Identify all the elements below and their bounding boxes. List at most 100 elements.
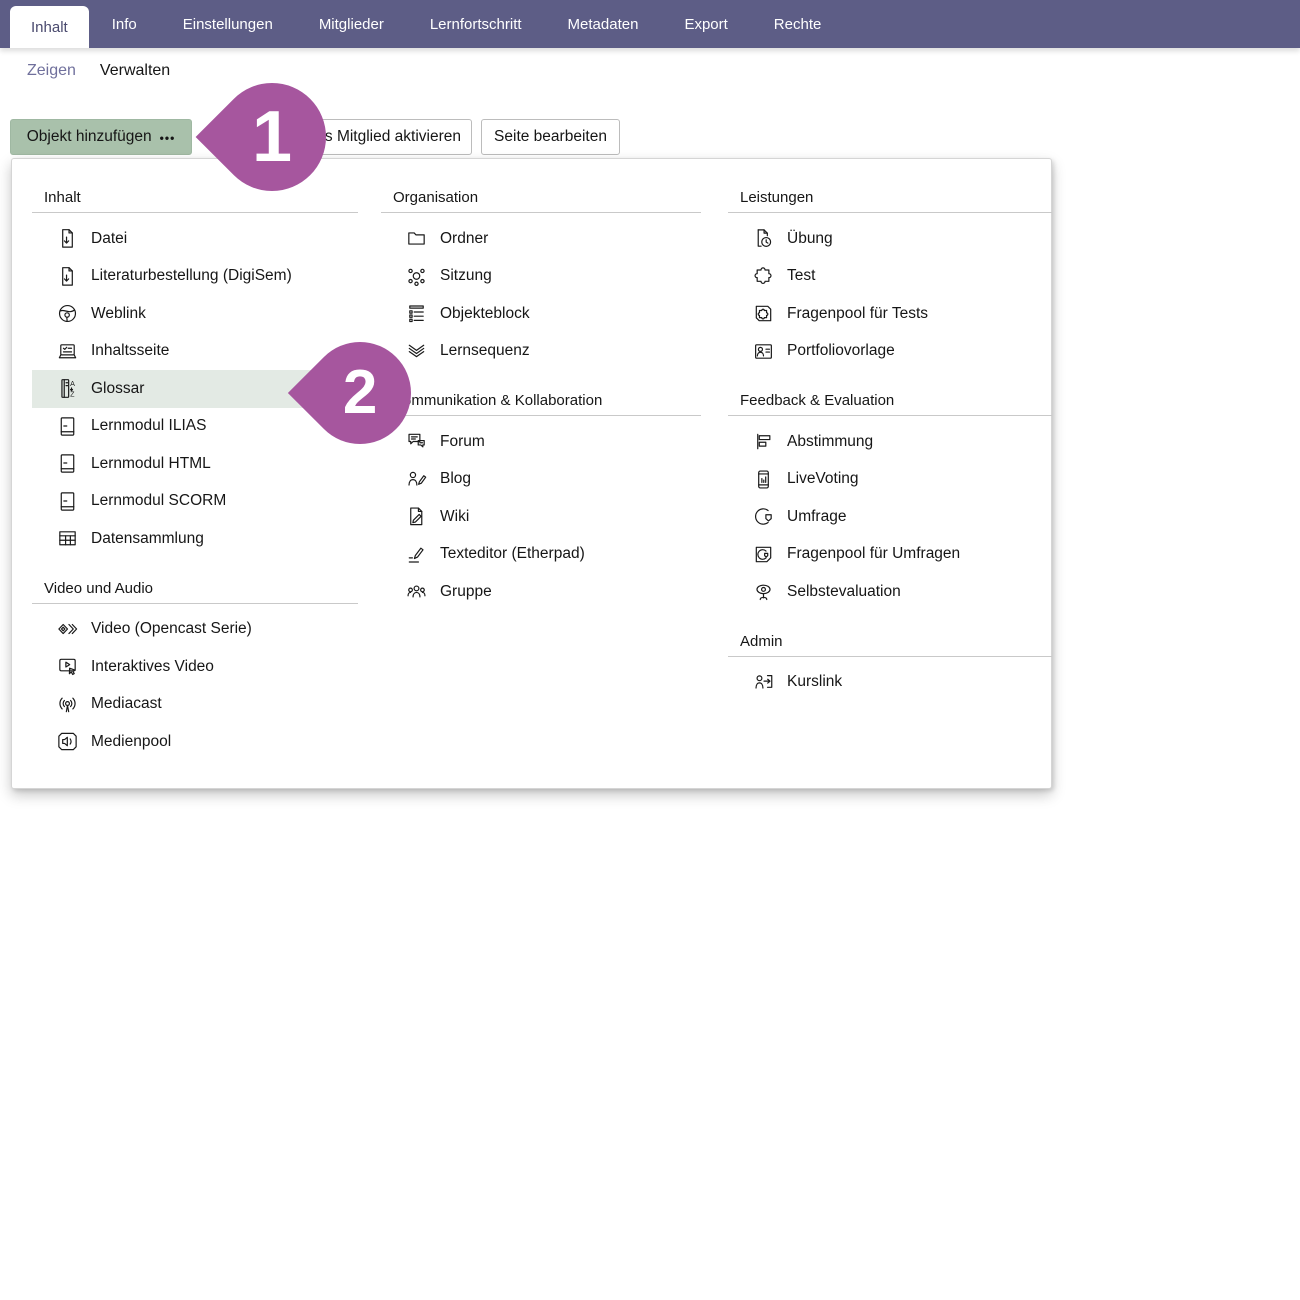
subnav-item-zeigen[interactable]: Zeigen — [27, 62, 76, 80]
folder-icon — [405, 227, 428, 250]
menu-item-sitzung[interactable]: Sitzung — [381, 258, 701, 296]
subnav-item-verwalten[interactable]: Verwalten — [100, 62, 170, 80]
menu-section-leistungen: Leistungen Übung Test Fragenpool für Tes… — [728, 185, 1052, 370]
glossary-icon: AZ — [56, 377, 79, 400]
menu-section-kommunikation: Kommunikation & Kollaboration Forum Blog… — [381, 388, 701, 611]
section-title: Inhalt — [32, 185, 358, 213]
menu-item-objekteblock[interactable]: Objekteblock — [381, 295, 701, 333]
menu-item-label: Übung — [787, 230, 833, 248]
sub-nav: Zeigen Verwalten — [27, 62, 170, 80]
menu-item-interaktives-video[interactable]: Interaktives Video — [32, 648, 358, 686]
menu-item-label: Forum — [440, 433, 485, 451]
menu-item-portfoliovorlage[interactable]: Portfoliovorlage — [728, 333, 1052, 371]
wiki-icon — [405, 505, 428, 528]
menu-item-kurslink[interactable]: Kurslink — [728, 664, 1052, 702]
add-object-button[interactable]: Objekt hinzufügen ••• — [10, 119, 192, 155]
menu-item-mediacast[interactable]: Mediacast — [32, 686, 358, 724]
learning-module-icon — [56, 452, 79, 475]
menu-item-weblink[interactable]: Weblink — [32, 295, 358, 333]
menu-item-label: Video (Opencast Serie) — [91, 620, 252, 638]
menu-item-label: Kurslink — [787, 673, 842, 691]
menu-item-livevoting[interactable]: LiveVoting — [728, 461, 1052, 499]
menu-item-label: Blog — [440, 470, 471, 488]
section-title: Admin — [728, 629, 1052, 657]
menu-item-video-opencast[interactable]: Video (Opencast Serie) — [32, 611, 358, 649]
menu-section-feedback: Feedback & Evaluation Abstimmung LiveVot… — [728, 388, 1052, 611]
menu-item-test[interactable]: Test — [728, 258, 1052, 296]
menu-item-label: Ordner — [440, 230, 488, 248]
tab-info[interactable]: Info — [89, 0, 160, 48]
tab-rechte[interactable]: Rechte — [751, 0, 845, 48]
tab-mitglieder[interactable]: Mitglieder — [296, 0, 407, 48]
menu-item-uebung[interactable]: Übung — [728, 220, 1052, 258]
content-page-icon — [56, 340, 79, 363]
menu-item-label: Lernsequenz — [440, 342, 530, 360]
menu-column-organisation: Organisation Ordner Sitzung Objekteblock… — [381, 159, 701, 611]
menu-item-label: Datensammlung — [91, 530, 204, 548]
ellipsis-icon: ••• — [160, 131, 176, 145]
menu-item-inhaltsseite[interactable]: Inhaltsseite — [32, 333, 358, 371]
tab-inhalt[interactable]: Inhalt — [10, 6, 89, 48]
menu-section-admin: Admin Kurslink — [728, 629, 1052, 702]
group-icon — [405, 580, 428, 603]
menu-item-datei[interactable]: Datei — [32, 220, 358, 258]
edit-page-button-label: Seite bearbeiten — [494, 128, 607, 146]
menu-item-lernmodul-scorm[interactable]: Lernmodul SCORM — [32, 483, 358, 521]
section-title: Organisation — [381, 185, 701, 213]
menu-item-literaturbestellung[interactable]: Literaturbestellung (DigiSem) — [32, 258, 358, 296]
edit-page-button[interactable]: Seite bearbeiten — [481, 119, 620, 155]
data-table-icon — [56, 527, 79, 550]
menu-item-lernmodul-html[interactable]: Lernmodul HTML — [32, 445, 358, 483]
svg-text:A: A — [70, 380, 75, 388]
menu-item-fragenpool-umfragen[interactable]: Fragenpool für Umfragen — [728, 536, 1052, 574]
menu-item-lernsequenz[interactable]: Lernsequenz — [381, 333, 701, 371]
session-icon — [405, 265, 428, 288]
menu-item-label: Objekteblock — [440, 305, 530, 323]
menu-item-fragenpool-tests[interactable]: Fragenpool für Tests — [728, 295, 1052, 333]
video-series-icon — [56, 618, 79, 641]
menu-item-medienpool[interactable]: Medienpool — [32, 723, 358, 761]
menu-item-blog[interactable]: Blog — [381, 461, 701, 499]
section-title: Leistungen — [728, 185, 1052, 213]
menu-item-label: Datei — [91, 230, 127, 248]
menu-item-label: Fragenpool für Umfragen — [787, 545, 960, 563]
menu-item-selbstevaluation[interactable]: Selbstevaluation — [728, 573, 1052, 611]
menu-item-label: Interaktives Video — [91, 658, 214, 676]
exercise-icon — [752, 227, 775, 250]
menu-item-label: Selbstevaluation — [787, 583, 901, 601]
tab-metadaten[interactable]: Metadaten — [545, 0, 662, 48]
blog-icon — [405, 468, 428, 491]
menu-item-label: Texteditor (Etherpad) — [440, 545, 585, 563]
learning-module-icon — [56, 490, 79, 513]
menu-item-datensammlung[interactable]: Datensammlung — [32, 520, 358, 558]
menu-item-abstimmung[interactable]: Abstimmung — [728, 423, 1052, 461]
menu-item-label: Portfoliovorlage — [787, 342, 895, 360]
media-pool-icon — [56, 730, 79, 753]
menu-column-leistungen: Leistungen Übung Test Fragenpool für Tes… — [728, 159, 1052, 701]
menu-item-label: Lernmodul ILIAS — [91, 417, 206, 435]
etherpad-icon — [405, 543, 428, 566]
add-object-button-label: Objekt hinzufügen — [27, 128, 152, 146]
interactive-video-icon — [56, 655, 79, 678]
poll-icon — [752, 430, 775, 453]
menu-item-forum[interactable]: Forum — [381, 423, 701, 461]
section-title: Kommunikation & Kollaboration — [381, 388, 701, 416]
tab-einstellungen[interactable]: Einstellungen — [160, 0, 296, 48]
learning-module-icon — [56, 415, 79, 438]
menu-item-wiki[interactable]: Wiki — [381, 498, 701, 536]
menu-item-gruppe[interactable]: Gruppe — [381, 573, 701, 611]
question-pool-test-icon — [752, 302, 775, 325]
annotation-marker-2-number: 2 — [343, 362, 377, 424]
menu-item-texteditor[interactable]: Texteditor (Etherpad) — [381, 536, 701, 574]
section-title: Feedback & Evaluation — [728, 388, 1052, 416]
live-voting-icon — [752, 468, 775, 491]
forum-icon — [405, 430, 428, 453]
menu-item-ordner[interactable]: Ordner — [381, 220, 701, 258]
svg-text:Z: Z — [70, 391, 75, 399]
tab-export[interactable]: Export — [661, 0, 750, 48]
menu-item-label: Medienpool — [91, 733, 171, 751]
menu-item-umfrage[interactable]: Umfrage — [728, 498, 1052, 536]
menu-item-label: Lernmodul HTML — [91, 455, 211, 473]
tab-lernfortschritt[interactable]: Lernfortschritt — [407, 0, 545, 48]
question-pool-survey-icon — [752, 543, 775, 566]
